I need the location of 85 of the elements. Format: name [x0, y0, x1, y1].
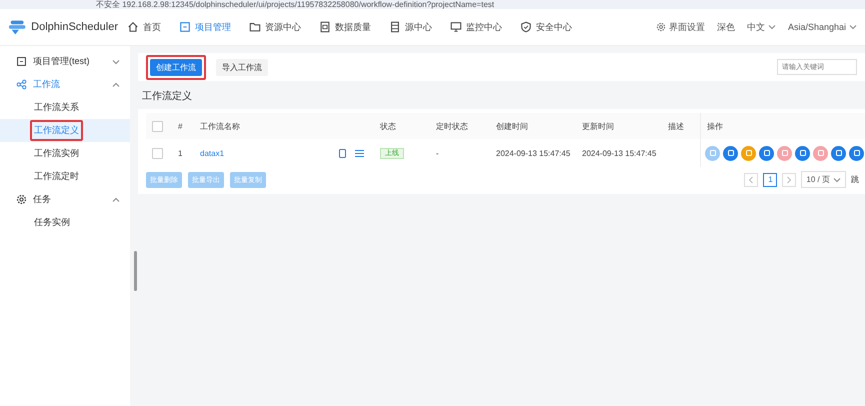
checkbox[interactable] — [152, 120, 163, 132]
home-icon — [127, 21, 139, 33]
action-button[interactable] — [705, 146, 720, 160]
nav-tab[interactable]: 项目管理 — [170, 9, 240, 45]
square-icon — [708, 149, 716, 157]
column-header: 操作 — [706, 120, 723, 132]
sidebar-item[interactable]: 工作流定义 — [30, 120, 83, 141]
scrollbar[interactable] — [134, 251, 137, 291]
column-header: 定时状态 — [435, 120, 469, 132]
sidebar-item[interactable]: 工作流定时 — [30, 166, 83, 187]
nav-tab[interactable]: 资源中心 — [240, 9, 310, 45]
list-icon — [389, 21, 401, 33]
folder-icon — [249, 21, 261, 33]
list-icon[interactable] — [355, 148, 364, 158]
chevron-right-icon — [786, 176, 792, 184]
square-icon — [852, 149, 860, 157]
table-cell-text: - — [435, 148, 440, 158]
action-button[interactable] — [777, 146, 792, 160]
action-button[interactable] — [849, 146, 864, 160]
sidebar-item[interactable]: 工作流关系 — [30, 97, 83, 118]
page-size-select[interactable]: 10 / 页 — [801, 171, 846, 188]
action-button[interactable] — [759, 146, 774, 160]
app-name: DolphinScheduler — [31, 21, 118, 33]
settings-icon — [656, 22, 666, 32]
column-header: 更新时间 — [581, 120, 615, 132]
action-button[interactable] — [795, 146, 810, 160]
workflow-link[interactable]: datax1 — [198, 148, 338, 158]
sidebar-group[interactable]: 工作流 — [33, 78, 60, 91]
address-bar[interactable]: 不安全 192.168.2.98:12345/dolphinscheduler/ui/projects/11957832258080/workflow-definition?projectName=test — [0, 0, 865, 9]
action-button[interactable] — [741, 146, 756, 160]
monitor-icon — [450, 21, 462, 33]
square-icon — [780, 149, 788, 157]
chevron-icon — [112, 58, 120, 66]
import-button[interactable]: 导入工作流 — [216, 58, 268, 76]
document-icon — [319, 21, 331, 33]
column-header: 状态 — [379, 120, 397, 132]
sidebar-group[interactable]: 项目管理(test) — [33, 55, 90, 68]
sidebar-item[interactable]: 任务实例 — [30, 212, 74, 233]
create-button[interactable]: 创建工作流 — [150, 58, 202, 76]
chevron-icon — [849, 23, 857, 31]
chevron-icon — [768, 23, 776, 31]
action-button[interactable] — [723, 146, 738, 160]
square-icon — [744, 149, 752, 157]
table-cell-text: 2024-09-13 15:47:45 — [581, 148, 658, 158]
action-button[interactable] — [813, 146, 828, 160]
square-icon — [798, 149, 806, 157]
timezone-select[interactable]: Asia/Shanghai — [788, 22, 846, 32]
next-page-button[interactable] — [782, 172, 796, 186]
nav-tab[interactable]: 监控中心 — [441, 9, 511, 45]
window-icon — [179, 21, 191, 33]
checkbox[interactable] — [152, 148, 163, 158]
chevron-left-icon — [748, 176, 754, 184]
square-icon — [816, 149, 824, 157]
column-header: 描述 — [667, 120, 685, 132]
sidebar-item[interactable]: 工作流实例 — [30, 143, 83, 164]
prev-page-button[interactable] — [744, 172, 758, 186]
logo-icon — [8, 18, 28, 36]
square-icon — [762, 149, 770, 157]
gear-icon — [16, 194, 27, 205]
settings-link[interactable]: 界面设置 — [668, 20, 705, 34]
chevron-icon — [112, 80, 120, 88]
square-icon — [726, 149, 734, 157]
jump-label: 跳 — [851, 174, 859, 185]
theme-toggle[interactable]: 深色 — [716, 20, 735, 34]
nav-tab[interactable]: 安全中心 — [511, 9, 581, 45]
column-header: # — [177, 122, 184, 130]
section-title: 工作流定义 — [141, 90, 193, 104]
language-select[interactable]: 中文 — [746, 20, 765, 34]
square-icon — [834, 149, 842, 157]
shield-icon — [520, 21, 532, 33]
chevron-icon — [112, 196, 120, 204]
column-header: 工作流名称 — [199, 120, 241, 132]
column-header: 创建时间 — [495, 120, 529, 132]
page-button[interactable]: 1 — [763, 172, 778, 186]
nav-tab[interactable]: 首页 — [118, 9, 170, 45]
window-icon — [16, 56, 27, 67]
nav-tab[interactable]: 数据质量 — [310, 9, 380, 45]
sidebar-group[interactable]: 任务 — [33, 193, 51, 206]
nodes-icon — [16, 79, 27, 90]
table-cell-text: 2024-09-13 15:47:45 — [495, 148, 572, 158]
nav-tab[interactable]: 源中心 — [380, 9, 441, 45]
action-button[interactable] — [831, 146, 846, 160]
copy-icon[interactable] — [338, 148, 347, 158]
chevron-icon — [833, 176, 841, 184]
table-cell-text: 1 — [177, 148, 184, 158]
